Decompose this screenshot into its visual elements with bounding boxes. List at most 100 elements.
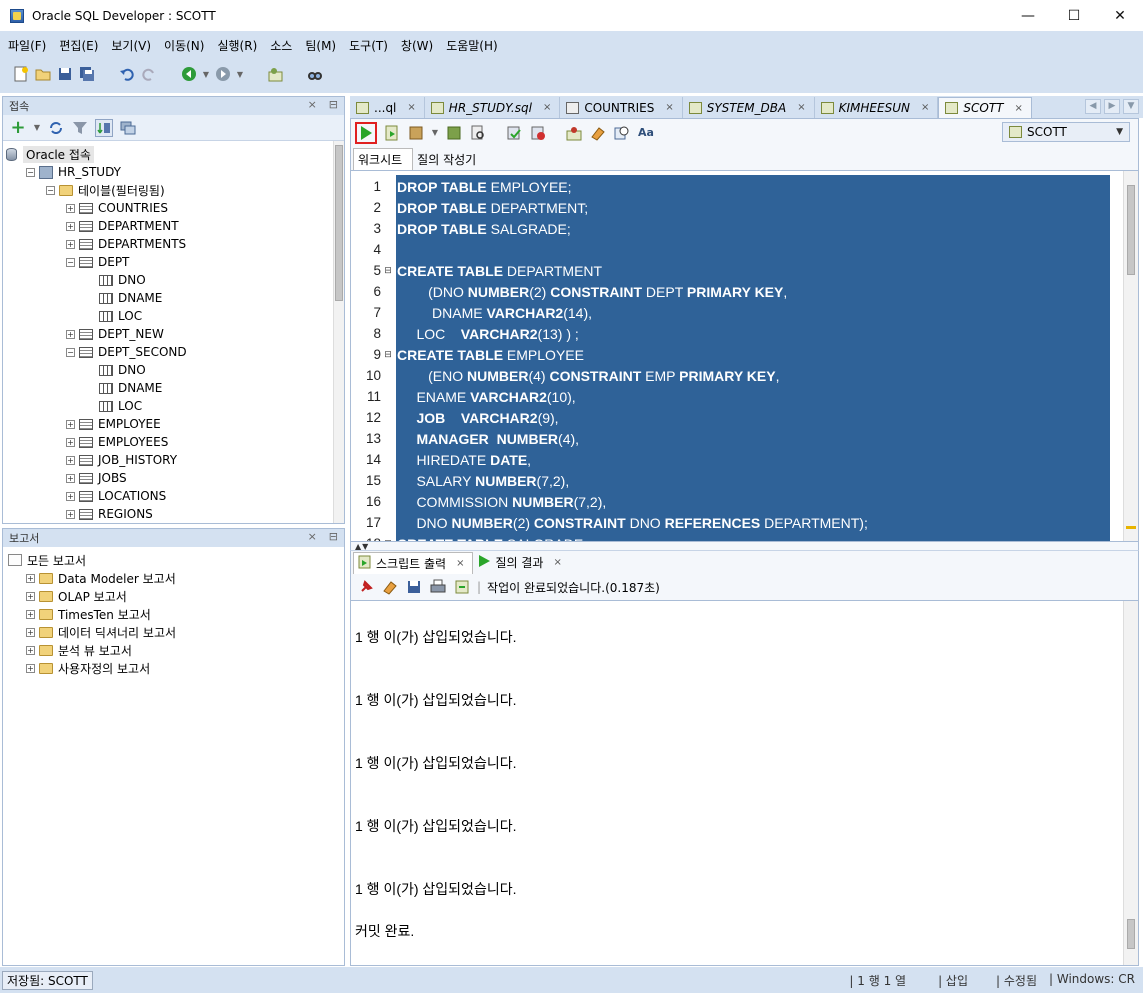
tree-item[interactable]: + JOB_HISTORY [3,451,344,469]
menu-item[interactable]: 창(W) [397,37,442,54]
tab-script-output[interactable]: 스크립트 출력 × [353,551,474,574]
menu-item[interactable]: 보기(V) [107,37,160,54]
expand-icon[interactable]: + [66,437,75,447]
unshared-worksheet-icon[interactable] [565,124,583,142]
close-window-button[interactable]: ✕ [1097,0,1143,31]
panel-minimize-icon[interactable]: ⊟ [329,530,338,543]
expand-icon[interactable]: + [66,203,75,213]
close-tab-icon[interactable]: × [543,102,551,113]
maximize-button[interactable]: ☐ [1051,0,1097,31]
expand-icon[interactable]: + [66,455,75,465]
add-connection-icon[interactable]: + [9,117,27,138]
expand-icon[interactable]: + [66,221,75,231]
close-tab-icon[interactable]: × [1014,103,1022,114]
tree-item[interactable]: + DEPT_NEW [3,325,344,343]
tree-item[interactable]: − HR_STUDY [3,163,344,181]
tab-worksheet[interactable]: 워크시트 [353,148,414,170]
save-icon[interactable] [56,65,74,83]
expand-icon[interactable]: + [26,645,35,655]
print-icon[interactable] [429,578,447,596]
tree-item[interactable]: DNAME [3,289,344,307]
close-tab-icon[interactable]: × [797,102,805,113]
commit-icon[interactable] [505,124,523,142]
expand-icon[interactable]: + [26,573,35,583]
connection-select[interactable]: SCOTT ▼ [1002,122,1130,142]
tree-item[interactable]: + TimesTen 보고서 [3,605,344,623]
explain-plan-icon[interactable] [445,124,463,142]
menu-item[interactable]: 파일(F) [4,37,55,54]
run-statement-button[interactable] [355,121,377,144]
menu-item[interactable]: 실행(R) [213,37,266,54]
close-tab-icon[interactable]: × [665,102,673,113]
tree-item[interactable]: + Data Modeler 보고서 [3,569,344,587]
editor-tab[interactable]: ...ql × [350,97,425,118]
add-connection-dropdown-icon[interactable]: ▼ [33,119,41,137]
output-scrollbar[interactable] [1123,601,1138,965]
rollback-icon[interactable] [529,124,547,142]
editor-output-splitter[interactable]: ▲▼ [350,542,1139,551]
save-output-icon[interactable] [405,578,423,596]
menu-item[interactable]: 이동(N) [160,37,213,54]
sql-tuning-icon[interactable] [469,124,487,142]
tree-item[interactable]: LOC [3,307,344,325]
tab-scroll-left-icon[interactable]: ◀ [1085,99,1101,114]
expand-icon[interactable]: + [66,419,75,429]
close-tab-icon[interactable]: × [407,102,415,113]
script-output-area[interactable]: 1 행 이(가) 삽입되었습니다. 1 행 이(가) 삽입되었습니다. 1 행 이(… [350,600,1139,966]
menu-item[interactable]: 팀(M) [301,37,345,54]
binoculars-icon[interactable] [306,65,324,83]
autotrace-icon[interactable] [407,124,425,142]
tree-item[interactable]: DNO [3,271,344,289]
pin-icon[interactable] [357,578,375,596]
schema-browser-icon[interactable] [95,118,113,137]
tree-item[interactable]: DNO [3,361,344,379]
run-script-icon[interactable] [383,124,401,142]
fold-icon[interactable]: ⊟ [381,349,395,360]
expand-icon[interactable]: + [66,509,75,519]
fold-icon[interactable]: ⊟ [381,265,395,276]
tab-query-builder[interactable]: 질의 작성기 [413,148,486,170]
back-icon[interactable] [180,65,198,83]
tree-item[interactable]: + DEPARTMENTS [3,235,344,253]
tree-item[interactable]: − DEPT_SECOND [3,343,344,361]
tree-item[interactable]: + EMPLOYEES [3,433,344,451]
expand-icon[interactable]: + [26,609,35,619]
refresh-icon[interactable] [47,119,65,137]
editor-tab[interactable]: HR_STUDY.sql × [425,97,561,118]
tree-item[interactable]: + LOCATIONS [3,487,344,505]
tree-item[interactable]: + DEPARTMENT [3,217,344,235]
sql-worksheet-icon[interactable] [266,65,284,83]
new-file-icon[interactable] [12,65,30,83]
back-dropdown-icon[interactable]: ▼ [202,65,210,83]
forward-icon[interactable] [214,65,232,83]
expand-icon[interactable]: + [26,627,35,637]
expand-icon[interactable]: + [66,491,75,501]
undo-icon[interactable] [118,65,136,83]
redo-icon[interactable] [140,65,158,83]
sql-history-icon[interactable] [613,124,631,142]
editor-scrollbar[interactable] [1123,171,1138,541]
tree-item[interactable]: LOC [3,397,344,415]
close-tab-icon[interactable]: × [456,558,464,569]
save-all-icon[interactable] [78,65,96,83]
tree-item[interactable]: + REGIONS [3,505,344,523]
connections-scrollbar[interactable] [333,141,344,523]
menu-item[interactable]: 편집(E) [55,37,107,54]
tree-item[interactable]: + COUNTRIES [3,199,344,217]
sql-code-editor[interactable]: 1 DROP TABLE EMPLOYEE; 2 DROP TABLE DEPARTM… [350,170,1139,542]
format-case-icon[interactable]: Aa [637,124,655,142]
close-tab-icon[interactable]: × [921,102,929,113]
menu-item[interactable]: 도구(T) [345,37,397,54]
manage-connections-icon[interactable] [119,119,137,137]
editor-tab[interactable]: COUNTRIES × [560,97,683,118]
tree-item[interactable]: Oracle 접속 [3,145,344,163]
tab-scroll-right-icon[interactable]: ▶ [1104,99,1120,114]
tab-list-icon[interactable]: ▼ [1123,99,1139,114]
tab-query-result[interactable]: 질의 결과 × [473,552,569,574]
menu-item[interactable]: 도움말(H) [442,37,507,54]
panel-minimize-icon[interactable]: ⊟ [329,98,338,111]
menu-item[interactable]: 소스 [266,37,301,54]
clear-eraser-icon[interactable] [589,124,607,142]
close-tab-icon[interactable]: × [553,557,561,568]
panel-close-icon[interactable]: × [308,530,317,543]
